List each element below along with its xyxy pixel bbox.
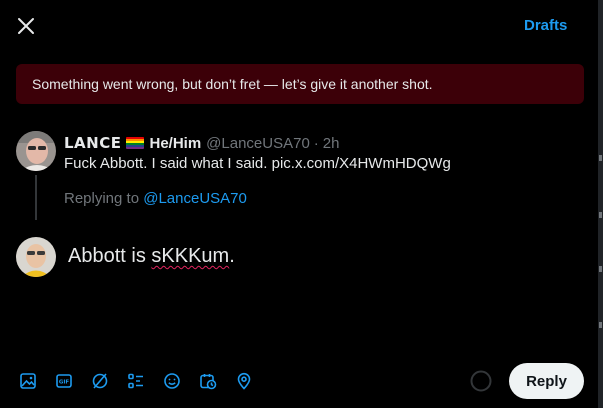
close-button[interactable]: [14, 14, 38, 38]
error-alert: Something went wrong, but don’t fret — l…: [16, 64, 584, 104]
author-handle[interactable]: @LanceUSA70: [206, 135, 310, 152]
misspelled-word: sKKKum: [151, 245, 230, 267]
composer-text-after: .: [229, 245, 235, 267]
replying-to: Replying to @LanceUSA70: [64, 190, 247, 207]
grok-icon: [92, 373, 108, 389]
rainbow-flag-icon: [126, 137, 145, 149]
thread-connector: [35, 175, 37, 220]
poll-icon: [128, 373, 143, 389]
svg-text:GIF: GIF: [59, 380, 70, 386]
grok-button[interactable]: [91, 372, 109, 390]
background-page-edge: [598, 0, 603, 408]
location-icon: [237, 372, 251, 390]
quoted-author-avatar[interactable]: [16, 131, 56, 171]
tweet-time[interactable]: 2h: [323, 135, 340, 152]
emoji-button[interactable]: [163, 372, 181, 390]
composer-text-before: Abbott is: [68, 245, 152, 267]
image-icon: [20, 373, 36, 389]
quoted-tweet-header: LANCE He/Him @LanceUSA70 · 2h: [64, 134, 339, 152]
author-name[interactable]: LANCE: [64, 134, 121, 152]
media-button[interactable]: [19, 372, 37, 390]
replying-prefix: Replying to: [64, 190, 144, 207]
error-message: Something went wrong, but don’t fret — l…: [32, 76, 433, 92]
composer-input[interactable]: Abbott is sKKKum.: [68, 245, 235, 268]
replying-handle-link[interactable]: @LanceUSA70: [143, 190, 247, 207]
background-marker: [599, 266, 602, 272]
gif-button[interactable]: GIF: [55, 372, 73, 390]
drafts-button[interactable]: Drafts: [524, 17, 567, 34]
gif-icon: GIF: [56, 374, 72, 388]
quoted-tweet-text: Fuck Abbott. I said what I said. pic.x.c…: [64, 155, 451, 172]
meta-separator: ·: [313, 134, 319, 152]
author-pronouns: He/Him: [149, 134, 202, 152]
user-avatar[interactable]: [16, 237, 56, 277]
schedule-button[interactable]: [199, 372, 217, 390]
poll-button[interactable]: [127, 372, 145, 390]
location-button[interactable]: [235, 372, 253, 390]
reply-modal: Drafts Something went wrong, but don’t f…: [0, 0, 598, 408]
progress-ring-icon: [470, 370, 492, 392]
schedule-icon: [200, 374, 217, 390]
close-icon: [18, 18, 34, 34]
background-marker: [599, 212, 602, 218]
reply-button[interactable]: Reply: [509, 363, 584, 399]
background-marker: [599, 155, 602, 161]
character-count-progress: [470, 370, 492, 392]
emoji-icon: [164, 373, 180, 389]
background-marker: [599, 322, 602, 328]
